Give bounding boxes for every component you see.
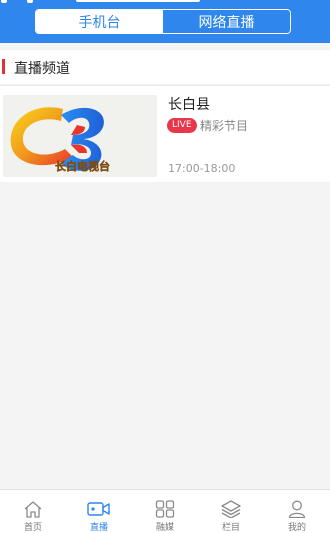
status-indicator: [27, 0, 33, 3]
grid-icon: [155, 500, 175, 518]
status-indicator: [1, 0, 7, 3]
tab-label: 首页: [23, 523, 42, 533]
top-header: 手机台 网络直播: [0, 0, 330, 43]
section-header: 直播频道: [0, 50, 330, 84]
channel-name: 长白县: [168, 97, 210, 113]
status-bar-line: [76, 0, 200, 2]
tab-label: 直播: [89, 523, 108, 533]
tab-media[interactable]: 融媒: [132, 490, 198, 533]
home-icon: [24, 501, 42, 518]
program-name: 精彩节目: [200, 119, 249, 133]
user-icon: [288, 500, 306, 518]
layers-icon: [221, 500, 241, 518]
tab-web-live[interactable]: 网络直播: [163, 10, 290, 33]
tab-live[interactable]: 直播: [66, 490, 132, 533]
channel-type-switch: 手机台 网络直播: [35, 9, 291, 34]
channel-thumbnail: 长白电视台: [3, 95, 157, 177]
section-marker: [2, 59, 5, 74]
tab-label: 融媒: [155, 523, 174, 533]
program-time: 17:00-18:00: [168, 162, 236, 175]
tab-mobile-tv[interactable]: 手机台: [36, 10, 163, 33]
section-title: 直播频道: [14, 61, 70, 77]
channel-card[interactable]: 长白电视台 长白县 LIVE 精彩节目 17:00-18:00: [0, 85, 330, 182]
live-badge: LIVE: [167, 118, 197, 133]
tab-home[interactable]: 首页: [0, 490, 66, 533]
tab-label: 栏目: [221, 523, 240, 533]
tab-profile[interactable]: 我的: [264, 490, 330, 533]
thumbnail-caption: 长白电视台: [55, 159, 110, 173]
bottom-tab-bar: 首页 直播 融媒 栏目 我的: [0, 489, 330, 533]
tv-station-logo: 长白电视台: [3, 95, 157, 177]
video-camera-icon: [87, 502, 110, 516]
tab-label: 我的: [287, 523, 306, 533]
tab-columns[interactable]: 栏目: [198, 490, 264, 533]
